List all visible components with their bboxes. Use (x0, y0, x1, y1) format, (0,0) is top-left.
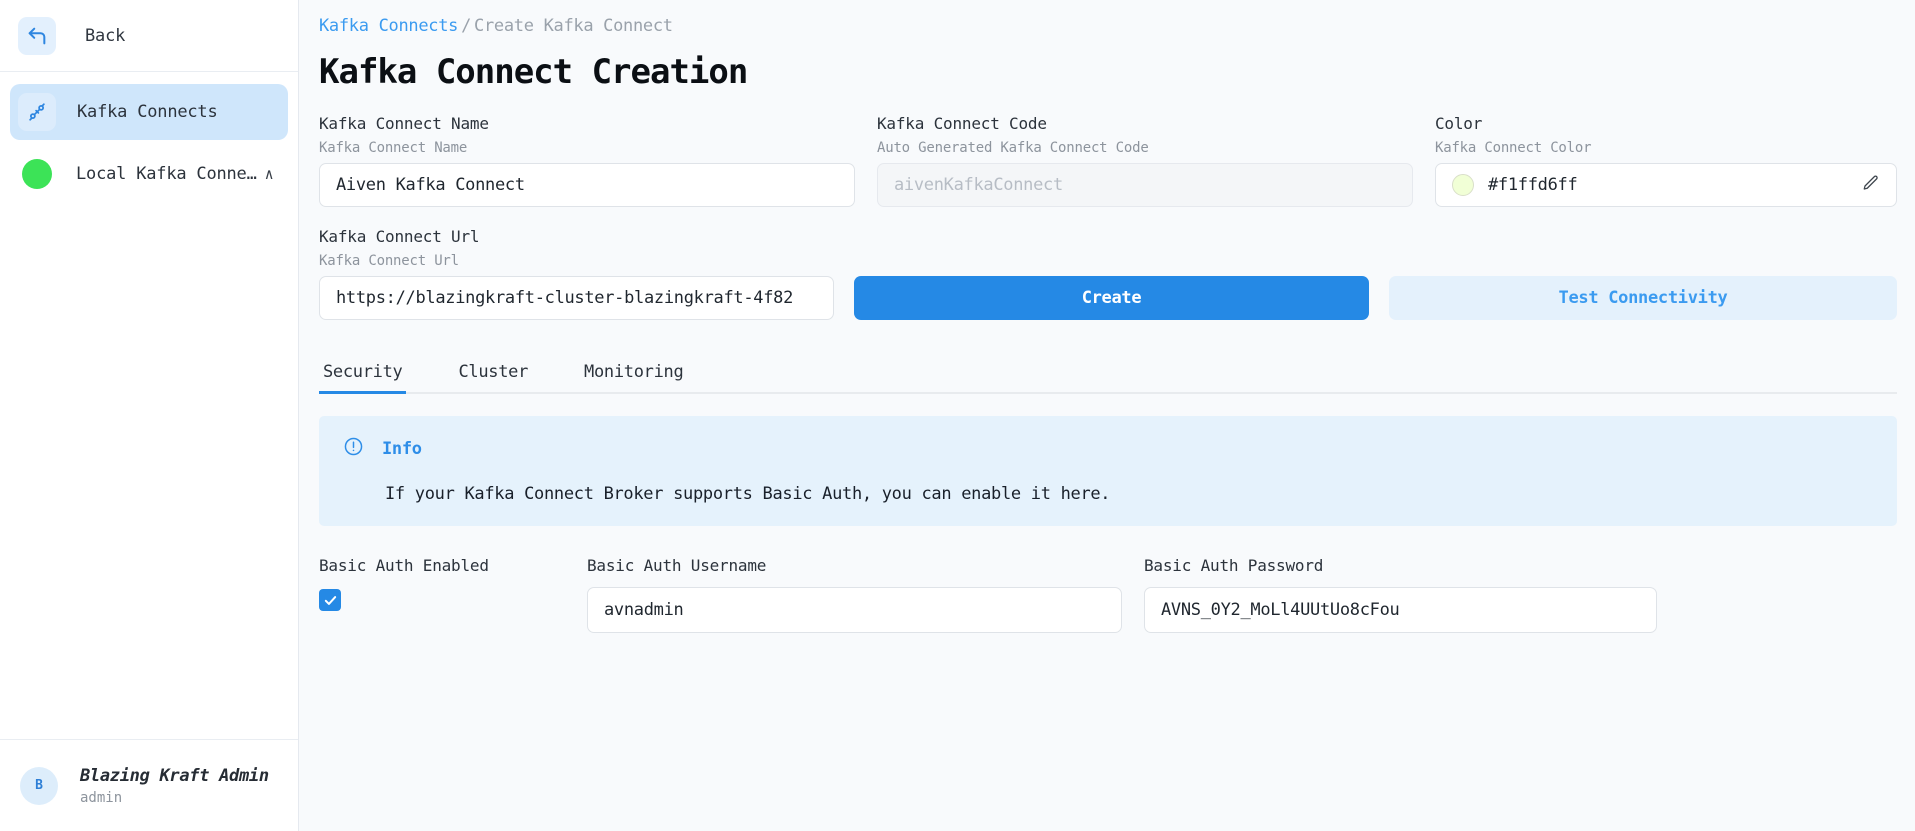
user-name: Blazing Kraft Admin (80, 765, 269, 786)
breadcrumb-link-kafka-connects[interactable]: Kafka Connects (319, 16, 458, 36)
info-banner-message: If your Kafka Connect Broker supports Ba… (385, 484, 1111, 504)
cluster-status-dot (22, 159, 52, 189)
field-basic-auth-username: Basic Auth Username avnadmin (587, 556, 1122, 633)
breadcrumb-current: Create Kafka Connect (474, 16, 673, 36)
field-label: Kafka Connect Name (319, 114, 489, 133)
field-sublabel: Auto Generated Kafka Connect Code (877, 140, 1149, 156)
kafka-connect-code-input: aivenKafkaConnect (877, 163, 1413, 207)
sidebar-nav: Kafka Connects Local Kafka Conne… ∧ (0, 72, 298, 202)
tab-bar: Security Cluster Monitoring (319, 350, 1897, 394)
breadcrumb: Kafka Connects / Create Kafka Connect (319, 8, 1897, 36)
main-content: Kafka Connects / Create Kafka Connect Kafk… (299, 0, 1915, 831)
form-row-url-actions: Kafka Connect Url Kafka Connect Url http… (319, 227, 1897, 320)
sidebar-cluster-selector[interactable]: Local Kafka Conne… ∧ (10, 146, 288, 202)
basic-auth-enabled-checkbox[interactable] (319, 589, 341, 611)
field-label: Kafka Connect Url (319, 227, 480, 246)
create-button[interactable]: Create (854, 276, 1369, 320)
tab-cluster[interactable]: Cluster (454, 362, 532, 392)
sidebar-back-button[interactable]: Back (0, 0, 298, 72)
basic-auth-password-input[interactable]: AVNS_0Y2_MoLl4UUtUo8cFou (1144, 587, 1657, 633)
sidebar-user-footer[interactable]: B Blazing Kraft Admin admin (0, 739, 298, 831)
field-kafka-connect-url: Kafka Connect Url Kafka Connect Url http… (319, 227, 834, 320)
pencil-icon[interactable] (1862, 174, 1880, 196)
sidebar-item-kafka-connects[interactable]: Kafka Connects (10, 84, 288, 140)
field-sublabel: Kafka Connect Name (319, 140, 468, 156)
field-sublabel: Kafka Connect Url (319, 253, 459, 269)
field-label: Basic Auth Password (1144, 556, 1324, 575)
field-label: Kafka Connect Code (877, 114, 1047, 133)
tab-security[interactable]: Security (319, 362, 407, 394)
info-banner-header: Info (343, 436, 1873, 461)
info-circle-icon (343, 436, 364, 461)
kafka-connect-url-input[interactable]: https://blazingkraft-cluster-blazingkraf… (319, 276, 834, 320)
info-banner-title: Info (382, 438, 422, 459)
chevron-up-icon: ∧ (264, 164, 274, 183)
kafka-connect-name-input[interactable]: Aiven Kafka Connect (319, 163, 855, 207)
color-value: #f1ffd6ff (1488, 175, 1578, 195)
form-row-primary: Kafka Connect Name Kafka Connect Name Ai… (319, 114, 1897, 207)
sidebar-user-info: Blazing Kraft Admin admin (80, 766, 269, 806)
sidebar-item-label: Kafka Connects (77, 102, 218, 122)
kafka-connect-color-input[interactable]: #f1ffd6ff (1435, 163, 1897, 207)
field-basic-auth-enabled: Basic Auth Enabled (319, 556, 587, 633)
avatar: B (20, 766, 58, 805)
field-kafka-connect-name: Kafka Connect Name Kafka Connect Name Ai… (319, 114, 855, 207)
back-arrow-icon (18, 16, 56, 55)
color-swatch (1452, 174, 1474, 196)
field-basic-auth-password: Basic Auth Password AVNS_0Y2_MoLl4UUtUo8… (1144, 556, 1657, 633)
basic-auth-section: Basic Auth Enabled Basic Auth Username a… (319, 556, 1897, 633)
app-root: Back Kafka Connects Local Kafka Conne… ∧… (0, 0, 1915, 831)
info-banner: Info If your Kafka Connect Broker suppor… (319, 416, 1897, 526)
field-sublabel: Kafka Connect Color (1435, 140, 1592, 156)
sidebar-cluster-label: Local Kafka Conne… (76, 164, 257, 184)
field-kafka-connect-color: Color Kafka Connect Color #f1ffd6ff (1435, 114, 1897, 207)
page-title: Kafka Connect Creation (319, 52, 748, 92)
kafka-connect-icon (18, 93, 56, 131)
breadcrumb-separator: / (461, 16, 472, 36)
field-label: Basic Auth Enabled (319, 556, 489, 575)
basic-auth-username-input[interactable]: avnadmin (587, 587, 1122, 633)
field-label: Basic Auth Username (587, 556, 767, 575)
sidebar-back-label: Back (85, 25, 126, 46)
sidebar: Back Kafka Connects Local Kafka Conne… ∧… (0, 0, 299, 831)
field-label: Color (1435, 114, 1483, 133)
tab-monitoring[interactable]: Monitoring (580, 362, 687, 392)
user-role: admin (80, 789, 123, 806)
test-connectivity-button[interactable]: Test Connectivity (1389, 276, 1897, 320)
field-kafka-connect-code: Kafka Connect Code Auto Generated Kafka … (877, 114, 1413, 207)
